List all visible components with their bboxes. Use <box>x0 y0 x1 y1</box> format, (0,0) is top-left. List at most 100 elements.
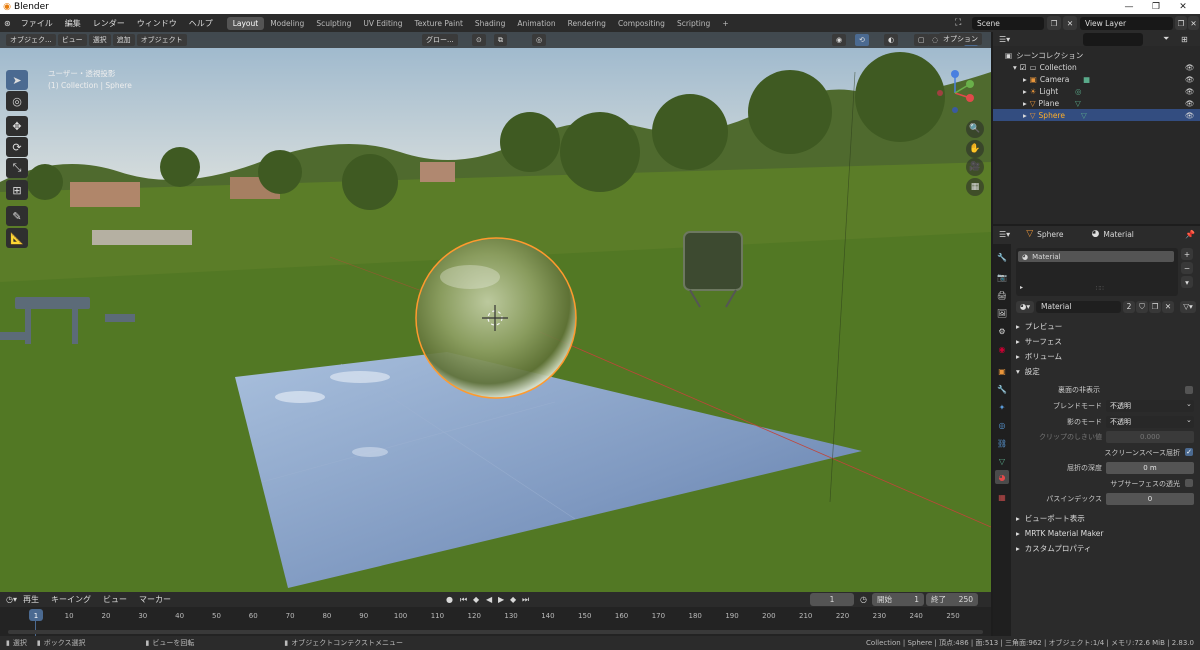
overlay-toggle-icon[interactable]: ◐ <box>884 34 899 46</box>
timeline-menu-marker[interactable]: マーカー <box>133 594 177 605</box>
timeline-menu-keying[interactable]: キーイング <box>45 594 97 605</box>
outliner-row-collection[interactable]: ▾ ☑ ▭ Collection 👁 <box>993 61 1200 73</box>
backface-checkbox[interactable] <box>1185 386 1193 394</box>
select-tool-icon[interactable]: ➤ <box>6 70 28 90</box>
menu-edit[interactable]: 編集 <box>59 18 87 29</box>
close-button[interactable]: ✕ <box>1170 0 1196 14</box>
tool-tab-icon[interactable]: 🔧 <box>995 250 1009 264</box>
constraints-tab-icon[interactable]: ⛓ <box>995 436 1009 450</box>
viewport-menu-object[interactable]: オブジェクト <box>136 34 187 46</box>
link-type-icon[interactable]: ▽▾ <box>1180 300 1196 313</box>
move-tool-icon[interactable]: ✥ <box>6 116 28 136</box>
new-collection-icon[interactable]: ⊞ <box>1181 35 1188 44</box>
tab-sculpting[interactable]: Sculpting <box>310 17 357 30</box>
xray-icon[interactable]: ▢ <box>914 34 929 46</box>
delete-view-layer-icon[interactable]: ✕ <box>1188 16 1199 30</box>
scene-tab-icon[interactable]: ⚙ <box>995 324 1009 338</box>
blender-menu-icon[interactable]: ⊛ <box>0 19 15 28</box>
menu-window[interactable]: ウィンドウ <box>131 18 183 29</box>
new-view-layer-icon[interactable]: ❐ <box>1175 16 1187 30</box>
material-tab-icon[interactable]: ◕ <box>995 470 1009 484</box>
eye-icon[interactable]: 👁 <box>1185 99 1195 108</box>
outliner-row-sphere[interactable]: ▸ ▽ Sphere ▽ 👁 <box>993 109 1200 121</box>
tab-texture-paint[interactable]: Texture Paint <box>409 17 469 30</box>
filter-icon[interactable]: ⏷ <box>1163 34 1169 44</box>
scene-selector[interactable]: Scene <box>972 16 1044 30</box>
physics-tab-icon[interactable]: ◎ <box>995 418 1009 432</box>
expand-arrow-icon[interactable]: ▸ <box>1020 284 1023 291</box>
add-workspace-button[interactable]: + <box>716 17 734 30</box>
gizmo-toggle-icon[interactable]: ⟲ <box>855 34 869 46</box>
blend-mode-select[interactable]: 不透明 <box>1106 400 1194 412</box>
new-scene-icon[interactable]: ❐ <box>1047 16 1061 30</box>
play-icon[interactable]: ▶ <box>498 595 504 604</box>
remove-slot-button[interactable]: − <box>1181 262 1193 274</box>
transform-tool-icon[interactable]: ⊞ <box>6 180 28 200</box>
jump-start-icon[interactable]: ⏮ <box>460 595 467 605</box>
refraction-depth-field[interactable]: 0 m <box>1106 462 1194 474</box>
annotate-tool-icon[interactable]: ✎ <box>6 206 28 226</box>
pan-hand-icon[interactable]: ✋ <box>966 140 984 158</box>
outliner-row-light[interactable]: ▸ ☀ Light ◎ 👁 <box>993 85 1200 97</box>
unlink-material-icon[interactable]: ✕ <box>1162 300 1174 313</box>
snap-icon[interactable]: ⧉ <box>494 34 507 46</box>
object-tab-icon[interactable]: ▣ <box>995 364 1009 378</box>
tab-compositing[interactable]: Compositing <box>612 17 671 30</box>
timeline-menu-view[interactable]: ビュー <box>97 594 133 605</box>
perspective-grid-icon[interactable]: ▦ <box>966 178 984 196</box>
texture-tab-icon[interactable]: ▦ <box>995 490 1009 504</box>
pivot-icon[interactable]: ⊙ <box>472 34 486 46</box>
slot-menu-button[interactable]: ▾ <box>1181 276 1193 288</box>
start-frame-field[interactable]: 開始 1 <box>872 593 924 606</box>
cursor-tool-icon[interactable]: ◎ <box>6 91 28 111</box>
jump-end-icon[interactable]: ⏭ <box>522 595 529 605</box>
render-tab-icon[interactable]: 📷 <box>995 270 1009 284</box>
checkbox-icon[interactable]: ☑ <box>1020 63 1027 72</box>
scale-tool-icon[interactable]: ⤡ <box>6 158 28 178</box>
zoom-icon[interactable]: 🔍 <box>966 120 984 138</box>
eye-icon[interactable]: 👁 <box>1185 87 1195 96</box>
tab-animation[interactable]: Animation <box>511 17 561 30</box>
section-volume[interactable]: ▸ ボリューム <box>1016 349 1196 363</box>
outliner-search-input[interactable] <box>1083 32 1143 46</box>
navigation-gizmo[interactable] <box>930 68 980 118</box>
properties-editor-icon[interactable]: ☰▾ <box>999 230 1010 239</box>
output-tab-icon[interactable]: 🖨 <box>995 288 1009 302</box>
expand-icon[interactable]: ▾ <box>1013 63 1017 72</box>
tab-uv-editing[interactable]: UV Editing <box>357 17 408 30</box>
tab-scripting[interactable]: Scripting <box>671 17 716 30</box>
world-tab-icon[interactable]: ◉ <box>995 342 1009 356</box>
tab-layout[interactable]: Layout <box>226 16 265 30</box>
next-keyframe-icon[interactable]: ◆ <box>510 595 516 604</box>
sss-checkbox[interactable] <box>1185 479 1193 487</box>
particles-tab-icon[interactable]: ✦ <box>995 400 1009 414</box>
expand-icon[interactable]: ▸ <box>1023 111 1027 120</box>
menu-help[interactable]: ヘルプ <box>183 18 219 29</box>
timeline-editor-icon[interactable]: ◷▾ <box>6 595 17 604</box>
delete-scene-icon[interactable]: ✕ <box>1063 16 1077 30</box>
resize-handle-icon[interactable]: ∷∷ <box>1096 285 1104 292</box>
viewport-menu-view[interactable]: ビュー <box>57 34 87 46</box>
tab-shading[interactable]: Shading <box>469 17 511 30</box>
current-frame-field[interactable]: 1 <box>810 593 854 606</box>
clip-threshold-field[interactable]: 0.000 <box>1106 431 1194 443</box>
browse-material-icon[interactable]: ◕▾ <box>1016 300 1034 313</box>
menu-render[interactable]: レンダー <box>87 18 131 29</box>
section-preview[interactable]: ▸ プレビュー <box>1016 319 1196 333</box>
play-reverse-icon[interactable]: ◀ <box>486 595 492 604</box>
ssr-checkbox[interactable]: ✓ <box>1185 448 1193 456</box>
eye-icon[interactable]: 👁 <box>1185 75 1195 84</box>
end-frame-field[interactable]: 終了 250 <box>926 593 978 606</box>
transform-orientation[interactable]: グロー... <box>422 34 458 46</box>
section-settings[interactable]: ▾ 設定 <box>1016 364 1196 378</box>
expand-icon[interactable]: ▸ <box>1023 87 1027 96</box>
expand-icon[interactable]: ▸ <box>1023 75 1027 84</box>
viewport-options-button[interactable]: オプション <box>939 33 982 45</box>
outliner-scene-collection[interactable]: ▣ シーンコレクション <box>993 49 1200 61</box>
material-slot-list[interactable]: ◕ Material ▸ ∷∷ <box>1016 248 1178 296</box>
pass-index-field[interactable]: 0 <box>1106 493 1194 505</box>
expand-icon[interactable]: ▸ <box>1023 99 1027 108</box>
timeline-scrollbar[interactable] <box>8 630 983 634</box>
modifier-tab-icon[interactable]: 🔧 <box>995 382 1009 396</box>
eye-icon[interactable]: 👁 <box>1185 63 1195 72</box>
